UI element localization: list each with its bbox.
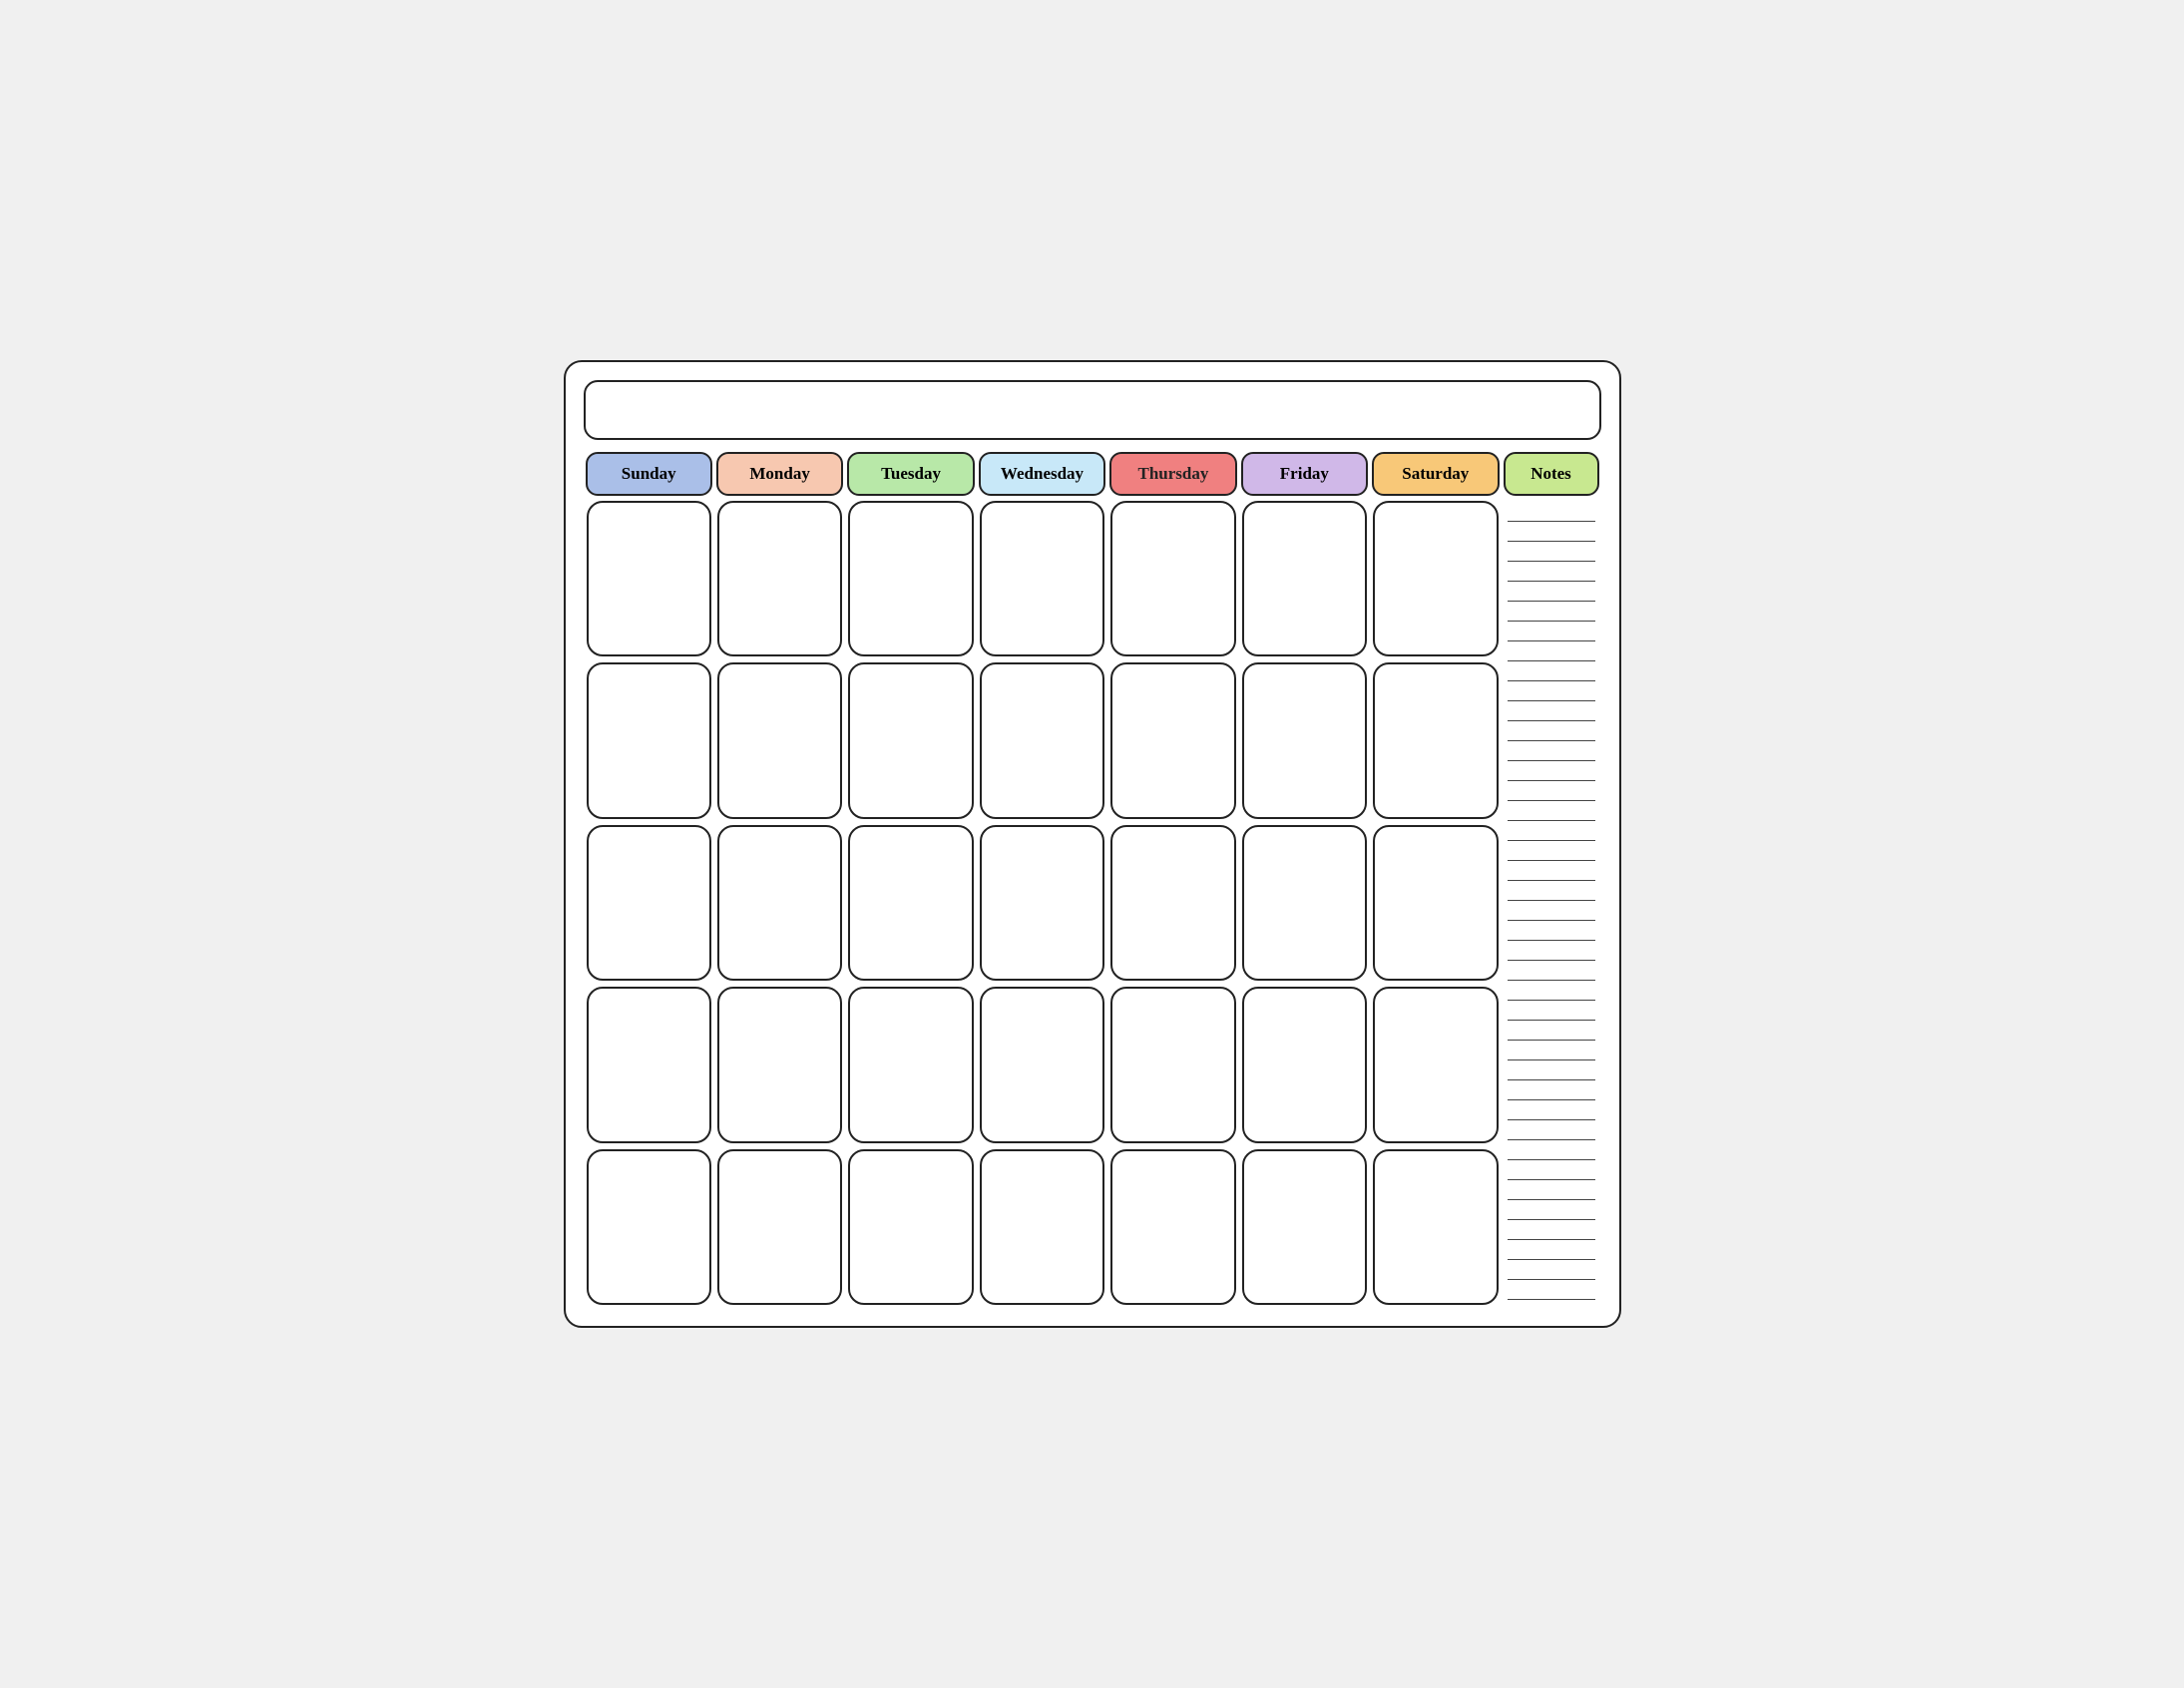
day-cell-r3-c0[interactable] — [587, 987, 711, 1142]
notes-line — [1508, 504, 1595, 522]
day-cell-r3-c1[interactable] — [717, 987, 842, 1142]
day-cell-r1-c4[interactable] — [1110, 662, 1235, 818]
notes-line — [1508, 883, 1595, 901]
day-cell-r2-c2[interactable] — [848, 825, 973, 981]
notes-line — [1508, 1242, 1595, 1260]
day-cell-r4-c3[interactable] — [980, 1149, 1104, 1305]
notes-line — [1508, 843, 1595, 861]
header-wednesday: Wednesday — [979, 452, 1105, 496]
notes-line — [1508, 1003, 1595, 1021]
day-cell-r2-c1[interactable] — [717, 825, 842, 981]
day-cell-r4-c5[interactable] — [1242, 1149, 1367, 1305]
day-cell-r2-c0[interactable] — [587, 825, 711, 981]
notes-section[interactable] — [1502, 498, 1601, 1308]
notes-line — [1508, 1043, 1595, 1060]
notes-line — [1508, 1162, 1595, 1180]
day-cell-r3-c4[interactable] — [1110, 987, 1235, 1142]
day-cell-r0-c6[interactable] — [1373, 501, 1498, 656]
notes-line — [1508, 803, 1595, 821]
notes-line — [1508, 624, 1595, 641]
day-cell-r1-c5[interactable] — [1242, 662, 1367, 818]
notes-line — [1508, 643, 1595, 661]
day-cell-r3-c5[interactable] — [1242, 987, 1367, 1142]
notes-line — [1508, 903, 1595, 921]
notes-line — [1508, 524, 1595, 542]
day-cell-r0-c3[interactable] — [980, 501, 1104, 656]
day-cell-r0-c1[interactable] — [717, 501, 842, 656]
notes-line — [1508, 703, 1595, 721]
day-cell-r4-c4[interactable] — [1110, 1149, 1235, 1305]
header-tuesday: Tuesday — [847, 452, 974, 496]
notes-line — [1508, 1222, 1595, 1240]
notes-line — [1508, 564, 1595, 582]
notes-line — [1508, 983, 1595, 1001]
day-cell-r0-c4[interactable] — [1110, 501, 1235, 656]
day-cell-r4-c6[interactable] — [1373, 1149, 1498, 1305]
header-notes: Notes — [1504, 452, 1599, 496]
notes-line — [1508, 1082, 1595, 1100]
notes-line — [1508, 783, 1595, 801]
notes-line — [1508, 943, 1595, 961]
title-bar[interactable] — [584, 380, 1601, 440]
notes-line — [1508, 663, 1595, 681]
notes-line — [1508, 1122, 1595, 1140]
header-saturday: Saturday — [1372, 452, 1499, 496]
header-thursday: Thursday — [1109, 452, 1236, 496]
day-cell-r1-c6[interactable] — [1373, 662, 1498, 818]
notes-line — [1508, 584, 1595, 602]
notes-line — [1508, 1142, 1595, 1160]
notes-line — [1508, 683, 1595, 701]
calendar-container: SundayMondayTuesdayWednesdayThursdayFrid… — [564, 360, 1621, 1328]
notes-line — [1508, 1102, 1595, 1120]
day-cell-r4-c2[interactable] — [848, 1149, 973, 1305]
day-cell-r4-c1[interactable] — [717, 1149, 842, 1305]
day-cell-r3-c3[interactable] — [980, 987, 1104, 1142]
notes-line — [1508, 743, 1595, 761]
notes-line — [1508, 923, 1595, 941]
day-cell-r0-c0[interactable] — [587, 501, 711, 656]
notes-line — [1508, 1062, 1595, 1080]
day-cell-r1-c0[interactable] — [587, 662, 711, 818]
day-cell-r2-c5[interactable] — [1242, 825, 1367, 981]
header-sunday: Sunday — [586, 452, 712, 496]
calendar-grid: SundayMondayTuesdayWednesdayThursdayFrid… — [584, 450, 1601, 1308]
notes-line — [1508, 963, 1595, 981]
header-monday: Monday — [716, 452, 843, 496]
notes-line — [1508, 1182, 1595, 1200]
day-cell-r0-c2[interactable] — [848, 501, 973, 656]
day-cell-r1-c3[interactable] — [980, 662, 1104, 818]
day-cell-r4-c0[interactable] — [587, 1149, 711, 1305]
notes-line — [1508, 763, 1595, 781]
notes-line — [1508, 1202, 1595, 1220]
day-cell-r2-c4[interactable] — [1110, 825, 1235, 981]
day-cell-r3-c2[interactable] — [848, 987, 973, 1142]
notes-line — [1508, 863, 1595, 881]
day-cell-r0-c5[interactable] — [1242, 501, 1367, 656]
notes-line — [1508, 823, 1595, 841]
notes-line — [1508, 723, 1595, 741]
day-cell-r3-c6[interactable] — [1373, 987, 1498, 1142]
header-friday: Friday — [1241, 452, 1368, 496]
notes-line — [1508, 604, 1595, 622]
day-cell-r1-c1[interactable] — [717, 662, 842, 818]
day-cell-r2-c6[interactable] — [1373, 825, 1498, 981]
notes-line — [1508, 1282, 1595, 1300]
day-cell-r2-c3[interactable] — [980, 825, 1104, 981]
notes-line — [1508, 544, 1595, 562]
notes-line — [1508, 1262, 1595, 1280]
notes-line — [1508, 1023, 1595, 1041]
day-cell-r1-c2[interactable] — [848, 662, 973, 818]
